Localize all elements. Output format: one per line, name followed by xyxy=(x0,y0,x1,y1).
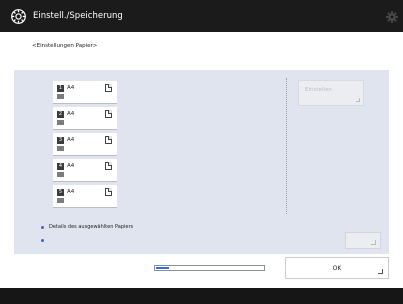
paper-type-icon xyxy=(57,172,64,177)
source-number: 5 xyxy=(57,189,64,196)
paper-size: A4 xyxy=(67,85,75,91)
ok-button-label: OK xyxy=(332,265,342,272)
gear-icon[interactable] xyxy=(385,10,399,24)
divider xyxy=(286,78,287,214)
settings-button[interactable]: Einstellen xyxy=(298,80,364,106)
paper-type-icon xyxy=(57,198,64,203)
paper-size: A4 xyxy=(67,111,75,117)
bottom-bar xyxy=(0,288,403,304)
paper-source-button-2[interactable]: 2 A4 xyxy=(53,107,117,130)
details-link-label: Details des ausgewählten Papiers xyxy=(49,224,134,230)
paper-sheet-icon xyxy=(105,84,112,92)
screen: Einstell./Speicherung <Einstellungen Pap… xyxy=(0,0,403,304)
gear-wrench-icon xyxy=(11,9,26,24)
paper-sheet-icon xyxy=(105,188,112,196)
paper-source-button-5[interactable]: 5 A4 xyxy=(53,185,117,208)
small-action-button[interactable] xyxy=(345,232,381,249)
paper-size: A4 xyxy=(67,189,75,195)
paper-size: A4 xyxy=(67,163,75,169)
source-number: 3 xyxy=(57,137,64,144)
page-title: Einstell./Speicherung xyxy=(33,11,123,21)
paper-sheet-icon xyxy=(105,136,112,144)
settings-button-label: Einstellen xyxy=(305,87,332,93)
details-link[interactable]: Details des ausgewählten Papiers xyxy=(41,223,133,231)
progress-fill xyxy=(156,267,169,269)
source-number: 2 xyxy=(57,111,64,118)
corner-arrow-icon xyxy=(356,98,360,102)
paper-sheet-icon xyxy=(105,162,112,170)
header-bar: Einstell./Speicherung xyxy=(0,0,403,32)
paper-type-icon xyxy=(57,94,64,99)
paper-size: A4 xyxy=(67,137,75,143)
source-number: 4 xyxy=(57,163,64,170)
paper-sheet-icon xyxy=(105,110,112,118)
paper-type-icon xyxy=(57,146,64,151)
source-number: 1 xyxy=(57,85,64,92)
corner-arrow-icon xyxy=(371,240,376,245)
progress-bar xyxy=(154,265,265,271)
paper-source-button-4[interactable]: 4 A4 xyxy=(53,159,117,182)
paper-source-button-1[interactable]: 1 A4 xyxy=(53,81,117,104)
corner-arrow-icon xyxy=(378,269,383,274)
bullet-icon xyxy=(41,225,44,229)
bullet-icon xyxy=(41,239,44,242)
paper-source-button-3[interactable]: 3 A4 xyxy=(53,133,117,156)
paper-type-icon xyxy=(57,120,64,125)
ok-button[interactable]: OK xyxy=(285,257,389,279)
section-subtitle: <Einstellungen Papier> xyxy=(32,43,98,49)
